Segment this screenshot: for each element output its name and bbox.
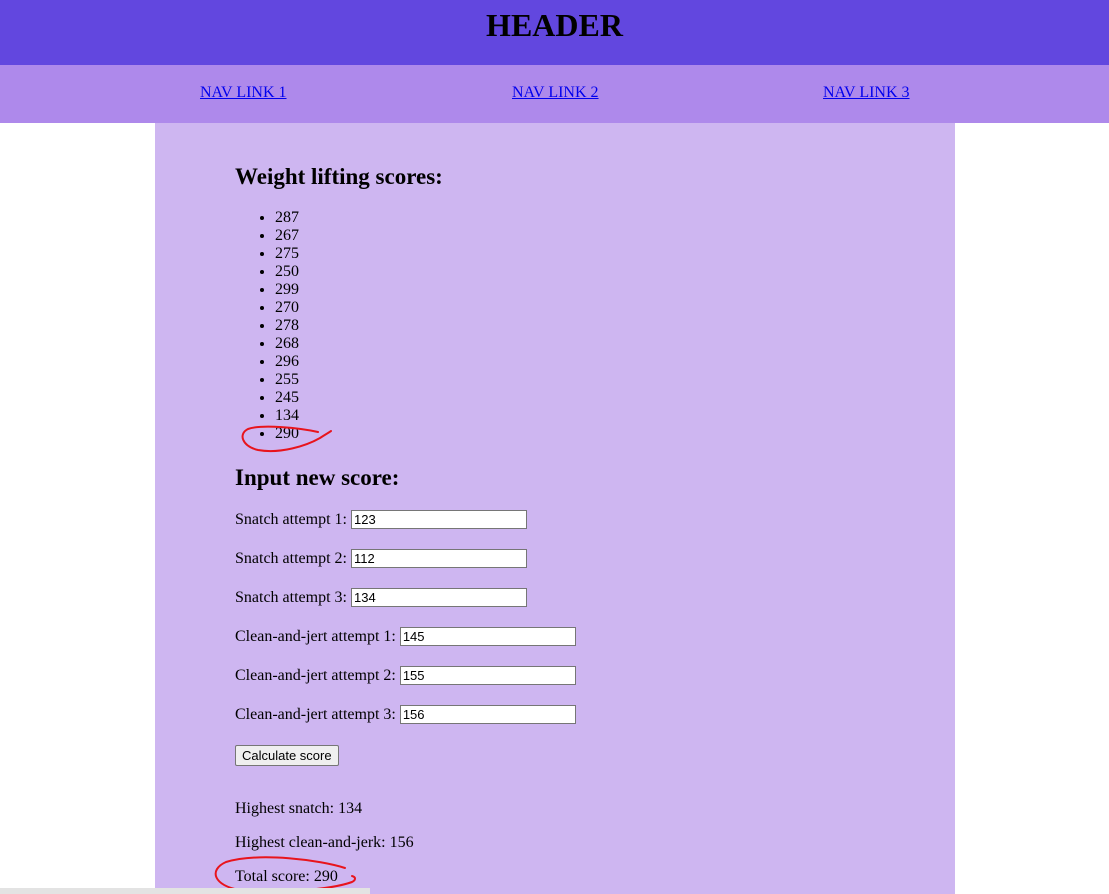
highest-clean-jerk-text: Highest clean-and-jerk: 156 [235, 834, 414, 851]
horizontal-scrollbar[interactable] [0, 888, 370, 894]
snatch-attempt-3-label: Snatch attempt 3: [235, 588, 347, 606]
score-item: 255 [275, 371, 299, 389]
nav-link-2[interactable]: NAV LINK 2 [512, 84, 599, 102]
score-item: 250 [275, 263, 299, 281]
score-item: 278 [275, 317, 299, 335]
highest-snatch-text: Highest snatch: 134 [235, 800, 363, 817]
score-item: 299 [275, 281, 299, 299]
page-header: HEADER [0, 0, 1109, 65]
input-heading: Input new score: [235, 465, 400, 490]
snatch-attempt-3-input[interactable] [350, 588, 527, 607]
clean-jerk-attempt-1-row: Clean-and-jert attempt 1: [235, 627, 576, 646]
total-score-text: Total score: 290 [235, 868, 338, 885]
score-item: 267 [275, 227, 299, 245]
clean-jerk-attempt-2-input[interactable] [399, 666, 576, 685]
score-item: 275 [275, 245, 299, 263]
snatch-attempt-1-row: Snatch attempt 1: [235, 510, 527, 529]
snatch-attempt-2-input[interactable] [350, 549, 527, 568]
snatch-attempt-2-label: Snatch attempt 2: [235, 549, 347, 567]
score-item: 134 [275, 407, 299, 425]
score-item: 290 [275, 425, 299, 443]
clean-jerk-attempt-3-input[interactable] [399, 705, 576, 724]
clean-jerk-attempt-1-input[interactable] [399, 627, 576, 646]
clean-jerk-attempt-1-label: Clean-and-jert attempt 1: [235, 627, 396, 645]
score-item: 287 [275, 209, 299, 227]
main-content: Weight lifting scores: 287 267 275 250 2… [155, 123, 955, 894]
clean-jerk-attempt-3-row: Clean-and-jert attempt 3: [235, 705, 576, 724]
snatch-attempt-3-row: Snatch attempt 3: [235, 588, 527, 607]
score-item: 296 [275, 353, 299, 371]
score-item: 245 [275, 389, 299, 407]
header-title: HEADER [486, 7, 623, 43]
nav-link-1[interactable]: NAV LINK 1 [200, 84, 287, 102]
snatch-attempt-1-input[interactable] [350, 510, 527, 529]
clean-jerk-attempt-3-label: Clean-and-jert attempt 3: [235, 705, 396, 723]
score-item: 268 [275, 335, 299, 353]
calculate-score-button[interactable]: Calculate score [235, 745, 339, 766]
snatch-attempt-2-row: Snatch attempt 2: [235, 549, 527, 568]
clean-jerk-attempt-2-row: Clean-and-jert attempt 2: [235, 666, 576, 685]
score-item: 270 [275, 299, 299, 317]
clean-jerk-attempt-2-label: Clean-and-jert attempt 2: [235, 666, 396, 684]
nav-link-3[interactable]: NAV LINK 3 [823, 84, 910, 102]
nav-bar: NAV LINK 1 NAV LINK 2 NAV LINK 3 [0, 65, 1109, 123]
scores-heading: Weight lifting scores: [235, 164, 443, 189]
snatch-attempt-1-label: Snatch attempt 1: [235, 510, 347, 528]
scores-list: 287 267 275 250 299 270 278 268 296 255 … [235, 209, 299, 443]
